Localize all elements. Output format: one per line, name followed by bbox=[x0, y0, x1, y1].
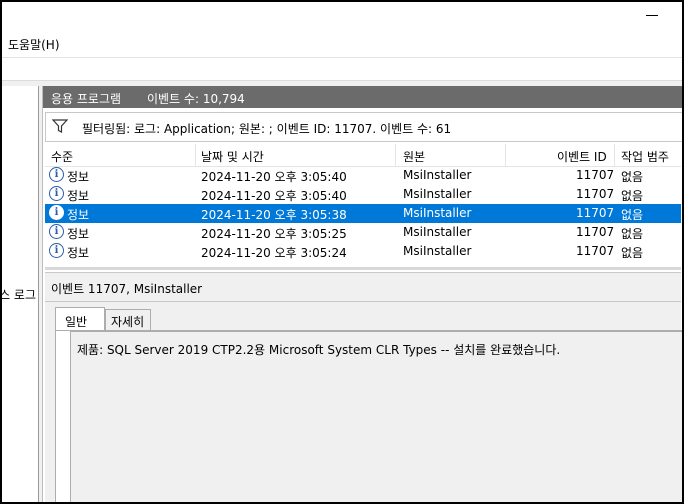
column-divider[interactable] bbox=[395, 144, 396, 166]
cell-level: 정보 bbox=[67, 170, 90, 184]
cell-datetime: 2024-11-20 오후 3:05:38 bbox=[201, 208, 347, 222]
tab-panel-general: 제품: SQL Server 2019 CTP2.2용 Microsoft Sy… bbox=[55, 330, 682, 502]
navigation-tree-pane[interactable]: 스 로그 bbox=[2, 86, 39, 502]
filter-bar: 필터링됨: 로그: Application; 원본: ; 이벤트 ID: 117… bbox=[45, 112, 682, 142]
tab-general[interactable]: 일반 bbox=[55, 307, 105, 332]
tab-details[interactable]: 자세히 bbox=[105, 309, 151, 331]
cell-level: 정보 bbox=[67, 227, 90, 241]
cell-source: MsiInstaller bbox=[403, 206, 472, 220]
menu-item-help[interactable]: 도움말(H) bbox=[8, 36, 60, 53]
cell-level: 정보 bbox=[67, 189, 90, 203]
cell-category: 없음 bbox=[621, 246, 644, 260]
filter-description: 필터링됨: 로그: Application; 원본: ; 이벤트 ID: 117… bbox=[82, 122, 452, 136]
info-icon: i bbox=[49, 243, 64, 258]
cell-event-id: 11707 bbox=[576, 225, 615, 239]
filter-icon bbox=[52, 119, 68, 133]
cell-datetime: 2024-11-20 오후 3:05:25 bbox=[201, 227, 347, 241]
cell-source: MsiInstaller bbox=[403, 244, 472, 258]
table-row[interactable]: i 정보 2024-11-20 오후 3:05:24 MsiInstaller … bbox=[45, 242, 681, 261]
cell-event-id: 11707 bbox=[576, 187, 615, 201]
cell-event-id: 11707 bbox=[576, 206, 615, 220]
column-header-event-id[interactable]: 이벤트 ID bbox=[557, 148, 607, 165]
log-header: 응용 프로그램 이벤트 수: 10,794 bbox=[43, 86, 682, 108]
menu-bar: 도움말(H) bbox=[2, 30, 682, 58]
cell-category: 없음 bbox=[621, 170, 644, 184]
event-list-header: 수준 날짜 및 시간 원본 이벤트 ID 작업 범주 bbox=[45, 144, 681, 167]
cell-datetime: 2024-11-20 오후 3:05:40 bbox=[201, 170, 347, 184]
tab-label: 일반 bbox=[65, 315, 88, 329]
event-description-box[interactable]: 제품: SQL Server 2019 CTP2.2용 Microsoft Sy… bbox=[70, 331, 682, 502]
cell-source: MsiInstaller bbox=[403, 225, 472, 239]
cell-category: 없음 bbox=[621, 227, 644, 241]
pane-splitter[interactable] bbox=[45, 267, 681, 270]
column-divider[interactable] bbox=[614, 144, 615, 166]
column-header-source[interactable]: 원본 bbox=[403, 148, 425, 165]
tree-item-label[interactable]: 스 로그 bbox=[2, 286, 36, 303]
title-bar bbox=[2, 2, 682, 30]
divider bbox=[45, 301, 681, 302]
table-row[interactable]: i 정보 2024-11-20 오후 3:05:40 MsiInstaller … bbox=[45, 166, 681, 185]
table-row-selected[interactable]: i 정보 2024-11-20 오후 3:05:38 MsiInstaller … bbox=[45, 204, 681, 223]
toolbar bbox=[2, 58, 682, 81]
cell-event-id: 11707 bbox=[576, 168, 615, 182]
cell-datetime: 2024-11-20 오후 3:05:24 bbox=[201, 246, 347, 260]
cell-source: MsiInstaller bbox=[403, 168, 472, 182]
table-row[interactable]: i 정보 2024-11-20 오후 3:05:40 MsiInstaller … bbox=[45, 185, 681, 204]
event-description: 제품: SQL Server 2019 CTP2.2용 Microsoft Sy… bbox=[77, 343, 561, 357]
cell-source: MsiInstaller bbox=[403, 187, 472, 201]
table-row[interactable]: i 정보 2024-11-20 오후 3:05:25 MsiInstaller … bbox=[45, 223, 681, 242]
column-header-datetime[interactable]: 날짜 및 시간 bbox=[201, 148, 264, 165]
column-divider[interactable] bbox=[505, 144, 506, 166]
info-icon: i bbox=[49, 167, 64, 182]
event-list: i 정보 2024-11-20 오후 3:05:40 MsiInstaller … bbox=[45, 166, 681, 266]
tab-label: 자세히 bbox=[111, 315, 145, 329]
info-icon: i bbox=[49, 205, 64, 220]
event-count: 이벤트 수: 10,794 bbox=[147, 92, 245, 106]
column-header-level[interactable]: 수준 bbox=[51, 148, 73, 165]
cell-category: 없음 bbox=[621, 189, 644, 203]
info-icon: i bbox=[49, 224, 64, 239]
cell-category: 없음 bbox=[621, 208, 644, 222]
info-icon: i bbox=[49, 186, 64, 201]
event-viewer-window: 도움말(H) 스 로그 응용 프로그램 이벤트 수: 10,794 필터링됨: … bbox=[2, 2, 682, 502]
column-divider[interactable] bbox=[195, 144, 196, 166]
cell-event-id: 11707 bbox=[576, 244, 615, 258]
cell-datetime: 2024-11-20 오후 3:05:40 bbox=[201, 189, 347, 203]
minimize-button[interactable] bbox=[632, 6, 672, 26]
event-detail-pane: 이벤트 11707, MsiInstaller 일반 자세히 제품: SQL S… bbox=[45, 272, 682, 502]
detail-title: 이벤트 11707, MsiInstaller bbox=[51, 282, 203, 296]
cell-level: 정보 bbox=[67, 208, 90, 222]
main-pane: 응용 프로그램 이벤트 수: 10,794 필터링됨: 로그: Applicat… bbox=[42, 86, 682, 502]
cell-level: 정보 bbox=[67, 246, 90, 260]
log-title: 응용 프로그램 bbox=[51, 92, 122, 106]
column-header-category[interactable]: 작업 범주 bbox=[621, 148, 669, 165]
